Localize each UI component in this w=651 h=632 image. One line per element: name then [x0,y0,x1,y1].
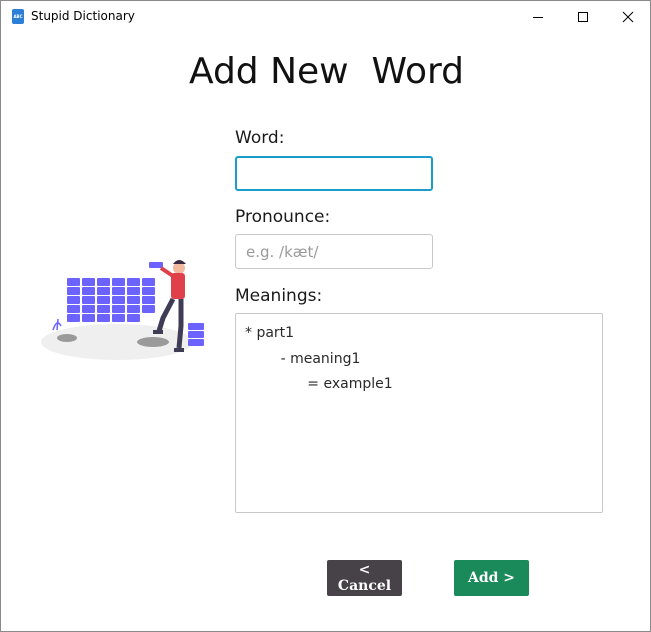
building-blocks-illustration [41,260,204,360]
app-icon: ABC [12,9,24,24]
window-title: Stupid Dictionary [31,9,135,23]
close-icon [622,11,634,22]
page-title: Add New Word [188,51,465,92]
pronounce-input[interactable] [235,234,433,269]
minimize-button[interactable] [515,1,561,32]
cancel-button[interactable]: < Cancel [327,560,402,596]
minimize-icon [533,16,543,18]
close-button[interactable] [605,1,651,32]
add-button[interactable]: Add > [454,560,529,596]
meanings-label: Meanings: [235,286,323,306]
word-input[interactable] [235,156,433,191]
maximize-icon [578,11,588,22]
pronounce-label: Pronounce: [235,207,331,227]
maximize-button[interactable] [560,1,606,32]
title-bar[interactable]: ABC Stupid Dictionary [1,1,650,32]
word-label: Word: [235,128,285,148]
meanings-textarea[interactable]: * part1 - meaning1 = example1 [235,313,603,513]
app-window: ABC Stupid Dictionary Add New Word Word:… [0,0,651,632]
